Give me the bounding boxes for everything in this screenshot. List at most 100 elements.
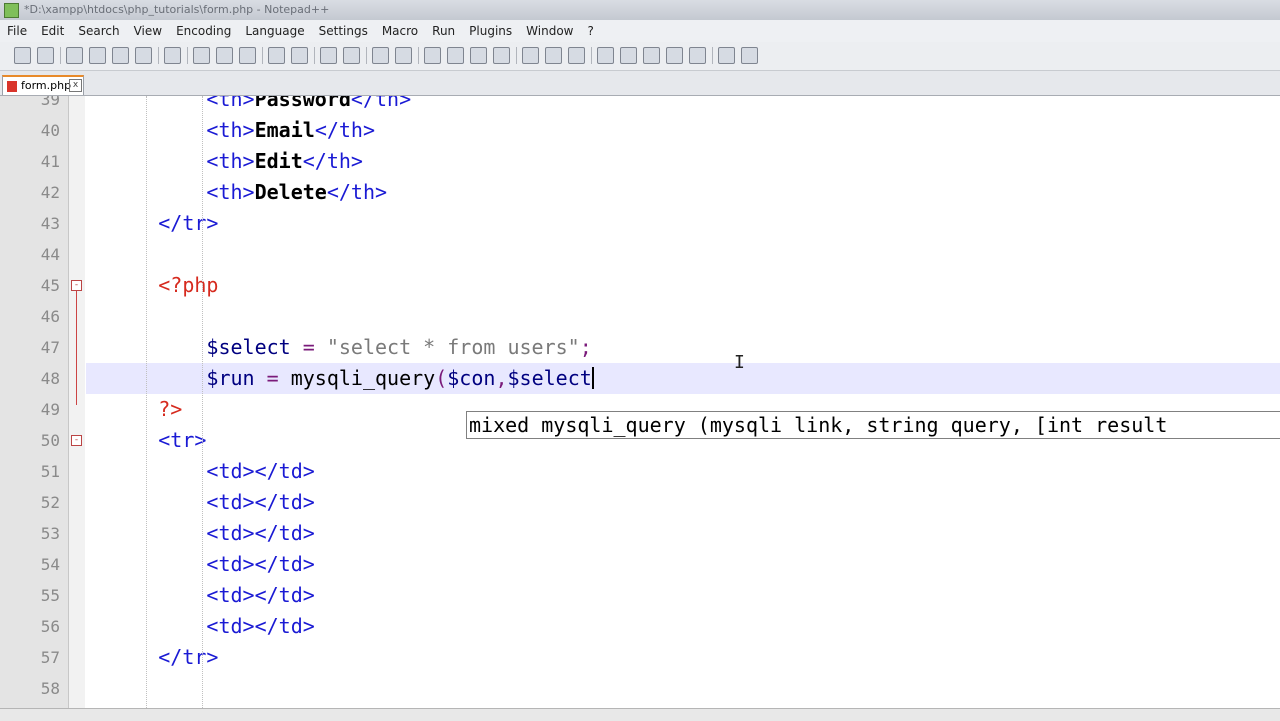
word-wrap-icon[interactable]	[470, 47, 487, 64]
notepad-plus-plus-icon	[4, 3, 19, 18]
indent-guide-icon[interactable]	[522, 47, 539, 64]
zoom-in-icon[interactable]	[372, 47, 389, 64]
menu-item-view[interactable]: View	[127, 24, 169, 38]
tab-form-php[interactable]: form.php x	[2, 75, 84, 95]
code-token: <?php	[158, 273, 219, 297]
code-line[interactable]: <th>Edit</th>	[86, 146, 1280, 177]
code-line[interactable]: <td></td>	[86, 487, 1280, 518]
copy-icon[interactable]	[216, 47, 233, 64]
undo-icon[interactable]	[268, 47, 285, 64]
toolbar-separator	[712, 47, 713, 64]
line-number: 45	[40, 276, 60, 295]
code-line[interactable]	[86, 239, 1280, 270]
code-editor[interactable]: 39 40 41 42 43 44 45 46 47 48 49 50 51 52 53 54 55 56 57 58…	[0, 96, 1280, 708]
toolbar-separator	[60, 47, 61, 64]
indent-guide	[202, 96, 204, 708]
save-all-icon[interactable]	[89, 47, 106, 64]
code-token: <th>	[206, 118, 255, 142]
code-line[interactable]: $select = "select * from users";	[86, 332, 1280, 363]
code-line[interactable]: <td></td>	[86, 611, 1280, 642]
show-all-chars-icon[interactable]	[493, 47, 510, 64]
code-line[interactable]: <td></td>	[86, 456, 1280, 487]
menu-item-settings[interactable]: Settings	[312, 24, 375, 38]
code-token: ?>	[158, 397, 183, 421]
close-all-icon[interactable]	[135, 47, 152, 64]
menu-item-search[interactable]: Search	[71, 24, 126, 38]
menu-item-file[interactable]: File	[0, 24, 34, 38]
toolbar-separator	[366, 47, 367, 64]
menu-item-encoding[interactable]: Encoding	[169, 24, 238, 38]
cut-icon[interactable]	[193, 47, 210, 64]
close-tab-icon[interactable]: x	[69, 79, 82, 92]
toolbar-separator	[314, 47, 315, 64]
code-line[interactable]: </tr>	[86, 208, 1280, 239]
run-macro-icon[interactable]	[666, 47, 683, 64]
new-file-icon[interactable]	[14, 47, 31, 64]
save-icon[interactable]	[66, 47, 83, 64]
code-token: <th>	[206, 180, 255, 204]
code-line[interactable]	[86, 301, 1280, 332]
stop-macro-icon[interactable]	[620, 47, 637, 64]
menu-item-run[interactable]: Run	[425, 24, 462, 38]
code-line[interactable]: <th>Email</th>	[86, 115, 1280, 146]
line-number: 55	[40, 586, 60, 605]
code-token: <td></td>	[206, 583, 315, 607]
function-calltip: mixed mysqli_query (mysqli link, string …	[466, 411, 1280, 439]
replace-icon[interactable]	[343, 47, 360, 64]
code-token: $con	[447, 366, 496, 390]
paste-icon[interactable]	[239, 47, 256, 64]
code-token: </th>	[350, 96, 412, 111]
print-icon[interactable]	[164, 47, 181, 64]
toolbar-separator	[187, 47, 188, 64]
code-token: Edit	[254, 149, 303, 173]
code-token: </tr>	[158, 645, 219, 669]
find-icon[interactable]	[320, 47, 337, 64]
code-line[interactable]: <th>Delete</th>	[86, 177, 1280, 208]
line-number: 42	[40, 183, 60, 202]
code-token: <td></td>	[206, 552, 315, 576]
line-number: 51	[40, 462, 60, 481]
menu-item-macro[interactable]: Macro	[375, 24, 425, 38]
code-token: (	[435, 366, 448, 390]
toolbar	[0, 42, 1280, 71]
play-macro-icon[interactable]	[643, 47, 660, 64]
code-token: =	[290, 335, 327, 359]
code-token: </tr>	[158, 211, 219, 235]
code-token: =	[254, 366, 291, 390]
sync-v-icon[interactable]	[424, 47, 441, 64]
code-line[interactable]	[86, 673, 1280, 704]
line-number: 48	[40, 369, 60, 388]
code-token: <td></td>	[206, 490, 315, 514]
code-line[interactable]: <?php	[86, 270, 1280, 301]
code-line[interactable]: <th>Password</th>	[86, 96, 1280, 115]
save-macro-icon[interactable]	[689, 47, 706, 64]
record-macro-icon[interactable]	[597, 47, 614, 64]
code-line[interactable]: <td></td>	[86, 518, 1280, 549]
menu-item-window[interactable]: Window	[519, 24, 580, 38]
current-code-line[interactable]: $run = mysqli_query($con,$select	[86, 363, 1280, 394]
line-number: 46	[40, 307, 60, 326]
zoom-out-icon[interactable]	[395, 47, 412, 64]
menu-item-plugins[interactable]: Plugins	[462, 24, 519, 38]
plugin-icon[interactable]	[741, 47, 758, 64]
menu-item-language[interactable]: Language	[238, 24, 311, 38]
fold-minus-icon[interactable]: -	[71, 435, 82, 446]
fold-margin[interactable]	[69, 96, 85, 708]
code-line[interactable]: <td></td>	[86, 580, 1280, 611]
spellcheck-icon[interactable]	[718, 47, 735, 64]
menu-item-edit[interactable]: Edit	[34, 24, 71, 38]
doc-map-icon[interactable]	[545, 47, 562, 64]
sync-h-icon[interactable]	[447, 47, 464, 64]
menu-item-help[interactable]: ?	[580, 24, 600, 38]
close-icon[interactable]	[112, 47, 129, 64]
line-number: 40	[40, 121, 60, 140]
fold-minus-icon[interactable]: -	[71, 280, 82, 291]
code-line[interactable]: </tr>	[86, 642, 1280, 673]
open-file-icon[interactable]	[37, 47, 54, 64]
function-list-icon[interactable]	[568, 47, 585, 64]
tab-label: form.php	[21, 79, 72, 92]
code-line[interactable]: <td></td>	[86, 549, 1280, 580]
code-token: Password	[254, 96, 351, 111]
redo-icon[interactable]	[291, 47, 308, 64]
code-token: </th>	[302, 149, 363, 173]
